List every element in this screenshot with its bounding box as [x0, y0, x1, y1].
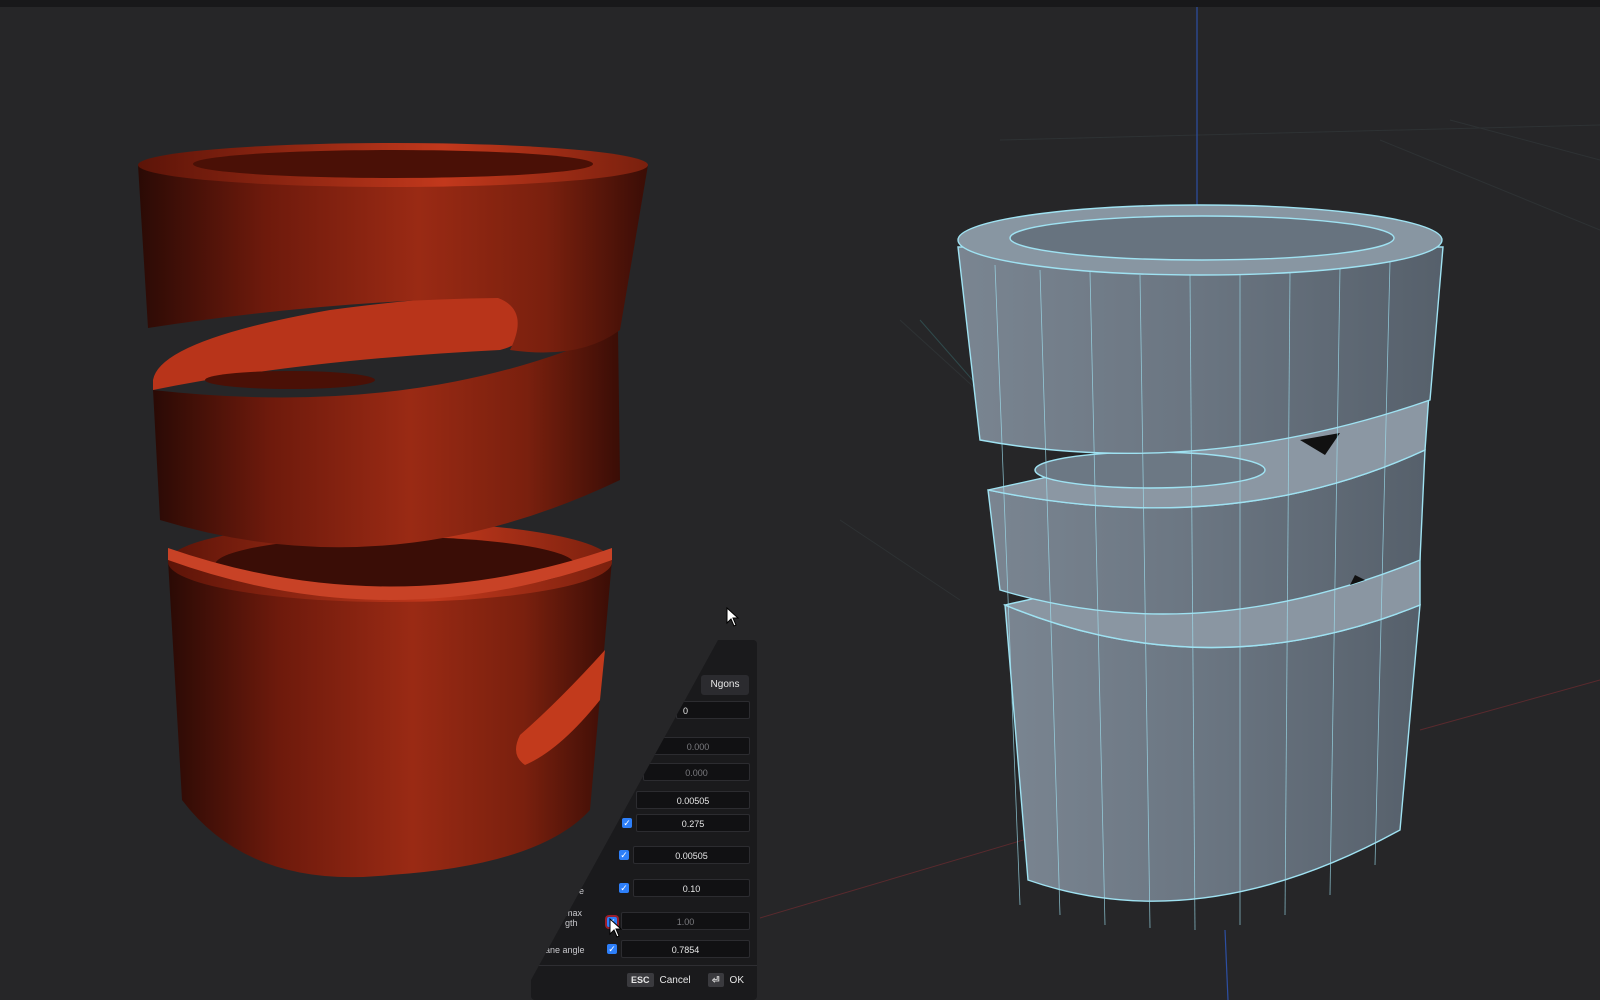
3d-viewport[interactable] [0, 7, 1600, 1000]
param-field-7[interactable]: 1.00 [621, 912, 750, 930]
cancel-label: Cancel [659, 975, 691, 986]
cancel-button[interactable]: ESC Cancel [627, 973, 691, 988]
scene-canvas[interactable] [0, 7, 1600, 1000]
check-icon[interactable]: ✓ [622, 818, 632, 828]
mouse-cursor-icon [726, 607, 740, 627]
param-field-2[interactable]: 0.000 [643, 763, 750, 781]
x-axis-line [759, 837, 1031, 919]
wireframe-spiral-mesh [957, 204, 1444, 902]
param-field-8[interactable]: 0.7854 [621, 940, 750, 958]
partial-field[interactable]: 0 [676, 701, 750, 719]
param-field-6[interactable]: 0.10 [633, 879, 750, 897]
solid-spiral-mesh [138, 143, 648, 878]
dialog-divider [531, 965, 757, 966]
ok-label: OK [729, 975, 744, 986]
enter-key-icon: ⏎ [708, 973, 724, 987]
top-bar [0, 0, 1600, 7]
check-icon[interactable]: ✓ [619, 883, 629, 893]
x-axis-line-right [1419, 679, 1600, 731]
check-icon[interactable]: ✓ [607, 944, 617, 954]
param-field-5[interactable]: 0.00505 [633, 846, 750, 864]
esc-key-badge: ESC [627, 973, 654, 987]
check-icon[interactable]: ✓ [619, 850, 629, 860]
param-field-3[interactable]: 0.00505 [636, 791, 750, 809]
ok-button[interactable]: ⏎ OK [708, 973, 744, 988]
param-field-4[interactable]: 0.275 [636, 814, 750, 832]
ngons-button[interactable]: Ngons [701, 675, 749, 695]
mouse-cursor-icon [609, 918, 623, 938]
z-axis-line-lower [1224, 929, 1229, 1000]
